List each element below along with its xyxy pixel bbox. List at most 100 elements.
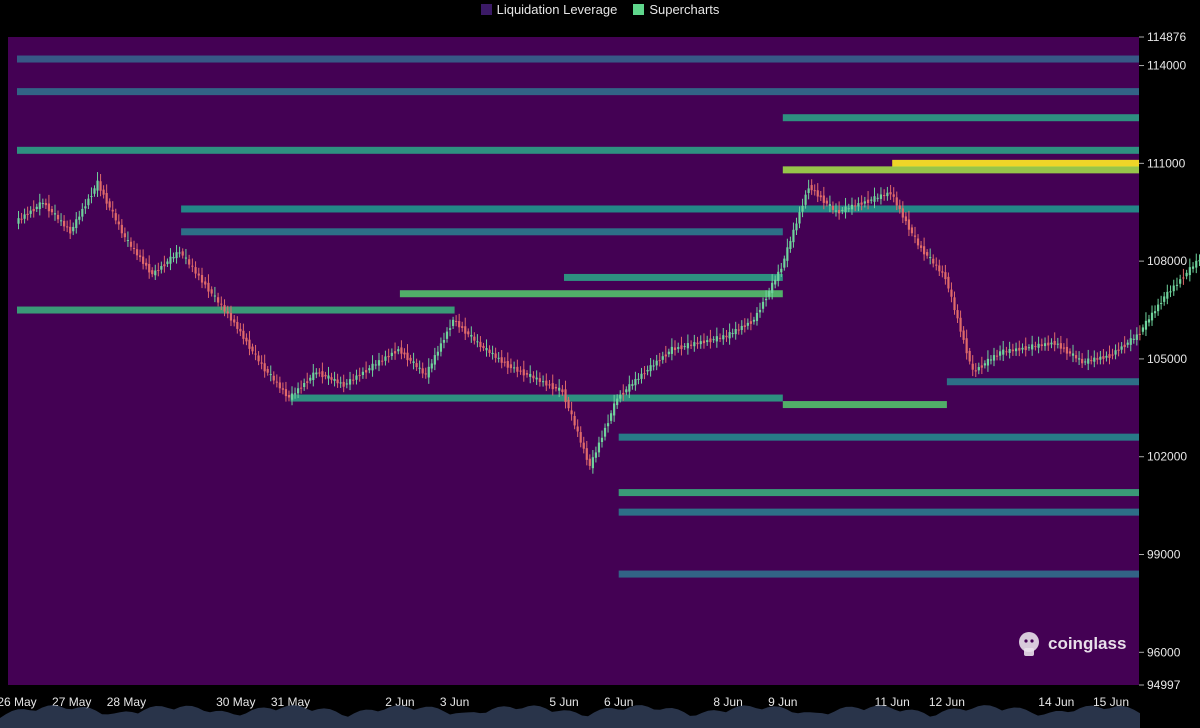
candle-body: [272, 375, 275, 381]
candle-body: [300, 387, 303, 389]
candle-body: [535, 377, 538, 380]
candle-body: [938, 265, 941, 272]
y-tick-label: 102000: [1147, 450, 1187, 464]
candle-body: [445, 331, 449, 339]
candle-body: [1147, 319, 1151, 323]
candle-body: [461, 326, 464, 328]
candle-body: [23, 214, 26, 219]
candle-body: [390, 352, 393, 357]
candle-body: [427, 366, 430, 378]
candle-body: [603, 427, 607, 437]
candle-body: [229, 312, 233, 321]
candle-body: [718, 337, 722, 339]
candle-body: [321, 371, 324, 378]
candle-body: [844, 206, 847, 213]
candle-body: [522, 369, 525, 376]
candle-body: [290, 393, 294, 400]
x-tick-label: 3 Jun: [440, 695, 469, 709]
liquidation-band: [618, 570, 1139, 578]
candle-body: [439, 343, 443, 352]
candle-body: [965, 338, 968, 354]
candle-body: [433, 355, 436, 365]
y-tick-label: 99000: [1147, 548, 1181, 562]
candle-body: [892, 194, 895, 197]
candle-body: [907, 219, 911, 230]
candle-body: [90, 196, 93, 198]
candle-body: [1108, 354, 1111, 358]
candle-body: [819, 195, 822, 198]
candle-body: [424, 373, 427, 375]
candle-body: [275, 381, 278, 383]
candle-body: [1150, 312, 1154, 321]
candle-body: [200, 274, 204, 283]
candle-body: [1172, 285, 1175, 292]
candle-body: [950, 289, 953, 297]
candle-body: [278, 382, 281, 389]
candle-body: [184, 257, 188, 259]
candle-body: [306, 381, 309, 383]
candle-body: [59, 220, 63, 222]
candle-body: [464, 326, 467, 334]
candle-body: [1087, 358, 1090, 364]
candle-body: [336, 379, 339, 384]
candle-body: [75, 219, 78, 229]
candle-body: [962, 330, 965, 340]
candle-body: [801, 205, 804, 212]
candle-body: [20, 218, 23, 220]
candle-body: [631, 384, 634, 386]
candle-body: [339, 382, 342, 384]
liquidation-band: [618, 508, 1139, 516]
candle-body: [1034, 346, 1037, 348]
candle-body: [175, 252, 178, 259]
candle-body: [564, 389, 567, 403]
candle-body: [287, 394, 291, 398]
candle-body: [1111, 354, 1114, 356]
candle-body: [879, 194, 883, 199]
candle-body: [1074, 355, 1078, 359]
candle-body: [160, 266, 163, 270]
candle-body: [93, 188, 96, 194]
candle-body: [898, 205, 901, 209]
candle-body: [1099, 356, 1102, 360]
candle-body: [795, 223, 798, 231]
x-tick-label: 14 Jun: [1038, 695, 1074, 709]
y-tick-label: 108000: [1147, 254, 1187, 268]
candle-body: [1105, 355, 1108, 358]
liquidation-heatmap-chart[interactable]: 114876 114000 111000 108000 105000 102000 9900…: [0, 0, 1200, 728]
candle-body: [324, 374, 327, 377]
candle-body: [358, 374, 361, 377]
candle-body: [129, 241, 133, 247]
candle-body: [637, 378, 640, 380]
coinglass-logo-icon: [1019, 632, 1039, 656]
candle-body: [242, 330, 245, 339]
candle-body: [1179, 279, 1182, 284]
candle-body: [640, 373, 643, 379]
candle-body: [944, 272, 947, 280]
candle-body: [913, 235, 917, 237]
candle-body: [792, 229, 795, 243]
candle-body: [135, 249, 139, 256]
candle-body: [932, 258, 935, 264]
candle-body: [371, 363, 374, 371]
candle-body: [728, 332, 731, 339]
candle-body: [455, 320, 458, 322]
candle-body: [138, 255, 142, 258]
candle-body: [696, 342, 699, 345]
candle-body: [236, 321, 239, 329]
candle-body: [841, 209, 844, 212]
candle-body: [384, 356, 387, 361]
candle-body: [63, 220, 66, 227]
candle-body: [327, 375, 330, 379]
candle-body: [1018, 347, 1021, 351]
candle-body: [538, 378, 541, 382]
candle-body: [774, 279, 777, 285]
candle-body: [448, 328, 452, 330]
candle-body: [1102, 356, 1105, 359]
candle-body: [525, 373, 529, 375]
candle-body: [263, 363, 266, 372]
candle-body: [597, 442, 601, 453]
y-tick-label: 105000: [1147, 352, 1187, 366]
candle-body: [494, 353, 497, 358]
candle-body: [834, 210, 838, 212]
candle-body: [771, 282, 774, 294]
